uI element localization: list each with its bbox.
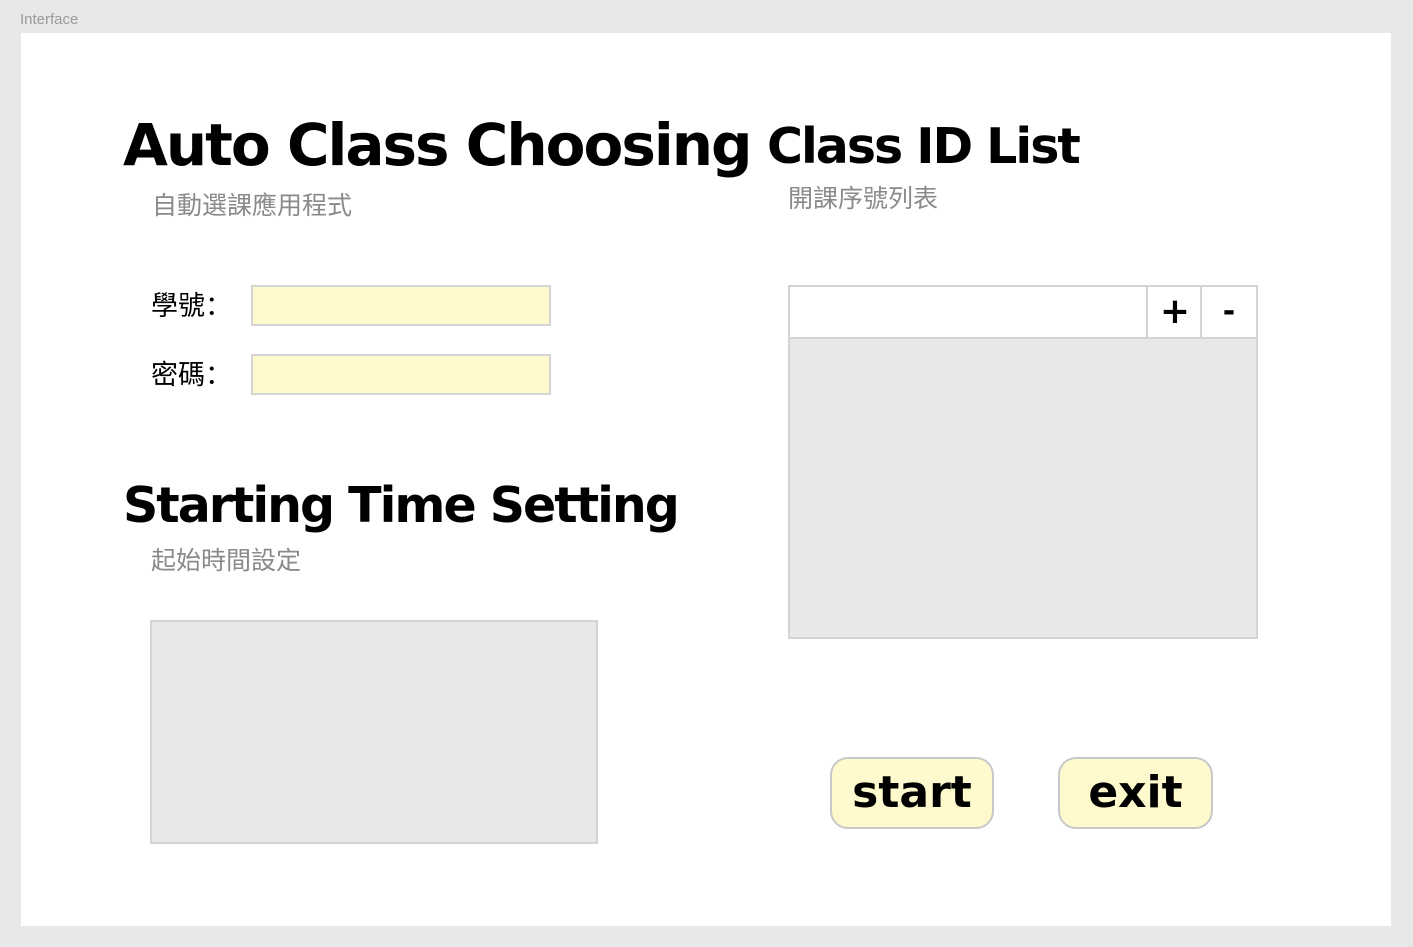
student-id-label: 學號： <box>151 291 232 322</box>
remove-class-button[interactable]: - <box>1202 287 1256 337</box>
class-id-input[interactable] <box>790 287 1148 337</box>
password-label: 密碼： <box>151 360 232 391</box>
start-button[interactable]: start <box>830 757 994 829</box>
starting-time-title: Starting Time Setting <box>123 477 680 534</box>
add-class-button[interactable]: + <box>1150 287 1202 337</box>
class-list-subtitle: 開課序號列表 <box>788 184 939 213</box>
student-id-input[interactable] <box>251 285 551 326</box>
class-id-list: + - <box>788 285 1258 639</box>
exit-button[interactable]: exit <box>1058 757 1213 829</box>
app-title: Auto Class Choosing <box>123 111 753 179</box>
app-subtitle: 自動選課應用程式 <box>152 191 353 220</box>
password-input[interactable] <box>251 354 551 395</box>
starting-time-panel[interactable] <box>150 620 598 844</box>
frame-label: Interface <box>20 11 79 28</box>
starting-time-subtitle: 起始時間設定 <box>151 546 302 575</box>
class-id-list-body[interactable] <box>790 339 1256 637</box>
class-list-title: Class ID List <box>767 118 1081 175</box>
interface-frame: Auto Class Choosing 自動選課應用程式 學號： 密碼： Sta… <box>21 33 1391 926</box>
